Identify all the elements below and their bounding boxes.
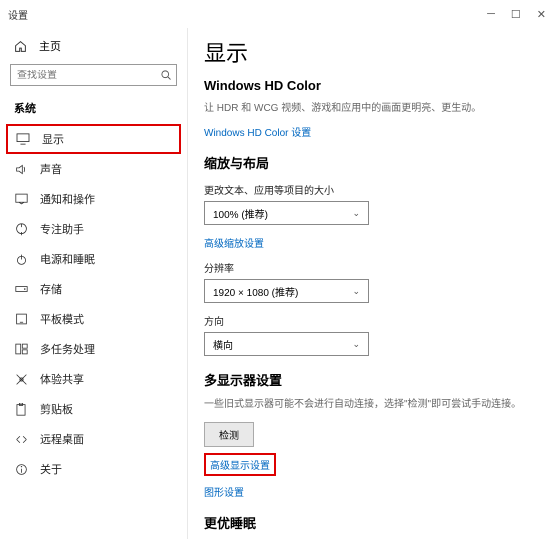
multi-desc: 一些旧式显示器可能不会进行自动连接，选择"检测"即可尝试手动连接。 [204,397,538,412]
search-field[interactable] [11,70,155,81]
text-size-value: 100% (推荐) [213,206,268,221]
close-button[interactable]: ✕ [537,8,546,21]
sidebar-item-sound[interactable]: 声音 [0,154,187,184]
sidebar-item-label: 关于 [40,461,62,477]
sidebar-item-notifications[interactable]: 通知和操作 [0,184,187,214]
home-icon [14,40,27,53]
text-size-select[interactable]: 100% (推荐) ⌄ [204,201,369,225]
sidebar-item-label: 存储 [40,281,62,297]
chevron-down-icon: ⌄ [352,339,360,350]
tablet-icon [14,312,28,326]
remote-icon [14,432,28,446]
sidebar-item-shared[interactable]: 体验共享 [0,364,187,394]
sleep-heading: 更优睡眠 [204,513,538,532]
chevron-down-icon: ⌄ [352,286,360,297]
sidebar-item-display[interactable]: 显示 [6,124,181,154]
resolution-value: 1920 × 1080 (推荐) [213,284,298,299]
detect-button[interactable]: 检测 [204,422,254,447]
sidebar-item-clipboard[interactable]: 剪贴板 [0,394,187,424]
sidebar-item-label: 远程桌面 [40,431,84,447]
hd-color-desc: 让 HDR 和 WCG 视频、游戏和应用中的画面更明亮、更生动。 [204,101,538,116]
text-size-label: 更改文本、应用等项目的大小 [204,182,538,197]
resolution-select[interactable]: 1920 × 1080 (推荐) ⌄ [204,279,369,303]
storage-icon [14,282,28,296]
about-icon [14,462,28,476]
sidebar-item-tablet[interactable]: 平板模式 [0,304,187,334]
sidebar-item-label: 剪贴板 [40,401,73,417]
sound-icon [14,162,28,176]
sidebar-item-storage[interactable]: 存储 [0,274,187,304]
orientation-value: 横向 [213,337,233,352]
maximize-button[interactable]: ☐ [511,8,521,21]
shared-icon [14,372,28,386]
sidebar-item-label: 电源和睡眠 [40,251,95,267]
sidebar-item-label: 通知和操作 [40,191,95,207]
sidebar-item-about[interactable]: 关于 [0,454,187,484]
hd-color-heading: Windows HD Color [204,78,538,93]
sidebar-item-power[interactable]: 电源和睡眠 [0,244,187,274]
focus-icon [14,222,28,236]
multitask-icon [14,342,28,356]
scale-heading: 缩放与布局 [204,153,538,172]
adv-scale-link[interactable]: 高级缩放设置 [204,235,264,250]
clipboard-icon [14,402,28,416]
main-content: 显示 Windows HD Color 让 HDR 和 WCG 视频、游戏和应用… [188,28,554,539]
sidebar-section: 系统 [0,94,187,124]
sidebar-home-label: 主页 [39,38,61,54]
search-icon [155,69,176,81]
sidebar: 主页 系统 显示 声音 通知和操作 专注助手 [0,28,188,539]
search-input[interactable] [10,64,177,86]
hd-color-link[interactable]: Windows HD Color 设置 [204,124,311,139]
sidebar-item-multitask[interactable]: 多任务处理 [0,334,187,364]
adv-display-link-highlight: 高级显示设置 [204,453,276,476]
orientation-label: 方向 [204,313,538,328]
sidebar-item-label: 显示 [42,131,64,147]
page-title: 显示 [204,36,538,68]
sidebar-item-label: 声音 [40,161,62,177]
sidebar-item-label: 平板模式 [40,311,84,327]
sidebar-item-label: 多任务处理 [40,341,95,357]
notifications-icon [14,192,28,206]
power-icon [14,252,28,266]
adv-display-link[interactable]: 高级显示设置 [210,457,270,472]
sidebar-item-label: 体验共享 [40,371,84,387]
sidebar-item-focus[interactable]: 专注助手 [0,214,187,244]
sidebar-item-remote[interactable]: 远程桌面 [0,424,187,454]
chevron-down-icon: ⌄ [352,208,360,219]
sidebar-home[interactable]: 主页 [0,32,187,60]
multi-heading: 多显示器设置 [204,370,538,389]
minimize-button[interactable]: ─ [487,8,495,21]
graphics-link[interactable]: 图形设置 [204,484,244,499]
resolution-label: 分辨率 [204,260,538,275]
sidebar-item-label: 专注助手 [40,221,84,237]
display-icon [16,132,30,146]
orientation-select[interactable]: 横向 ⌄ [204,332,369,356]
window-title: 设置 [8,7,28,22]
